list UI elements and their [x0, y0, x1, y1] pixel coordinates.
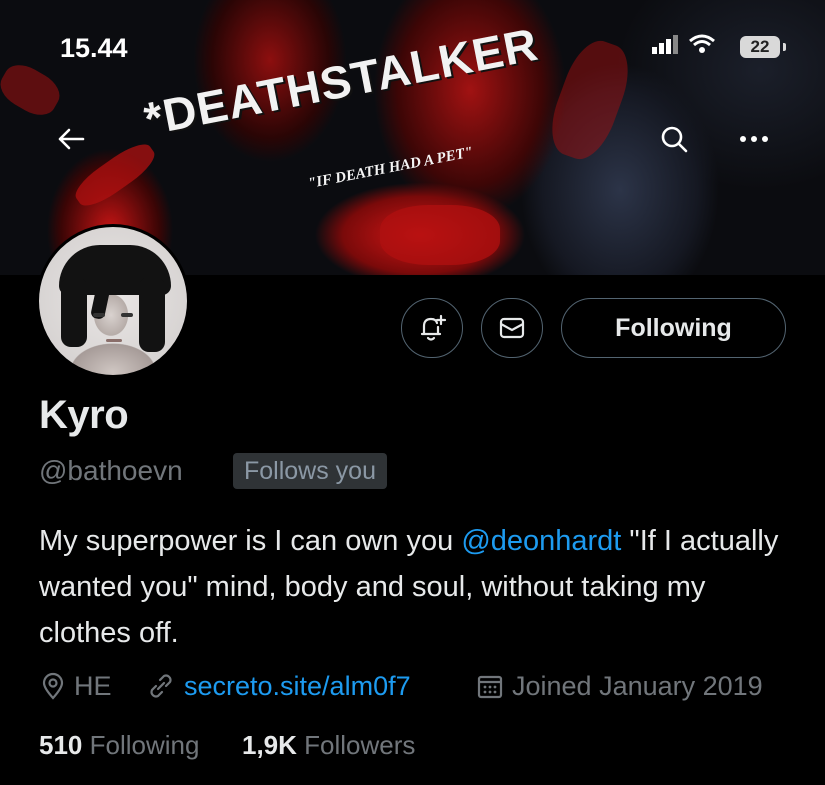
- link-icon: [150, 674, 172, 698]
- meta-joined: Joined January 2019: [476, 668, 763, 704]
- back-button[interactable]: [48, 116, 94, 162]
- notify-button[interactable]: [401, 298, 463, 358]
- banner-subtitle: "IF DEATH HAD A PET": [306, 144, 475, 193]
- search-icon: [661, 126, 688, 153]
- battery-icon: 22: [740, 36, 780, 58]
- more-button[interactable]: [731, 116, 777, 162]
- wifi-icon: [689, 34, 715, 53]
- followers-stat[interactable]: 1,9K Followers: [242, 730, 415, 761]
- bio-text: My superpower is I can own you: [39, 525, 462, 557]
- website-link[interactable]: secreto.site/alm0f7: [184, 671, 411, 702]
- battery-tip: [783, 43, 786, 51]
- bio-mention-link[interactable]: @deonhardt: [461, 525, 621, 557]
- back-arrow-icon: [58, 128, 85, 150]
- display-name: Kyro: [39, 393, 129, 437]
- followers-label: Followers: [304, 730, 416, 760]
- location-text: HE: [74, 670, 112, 701]
- following-label: Following: [89, 730, 200, 760]
- signal-icon: [652, 35, 678, 54]
- meta-location: HE: [40, 668, 112, 704]
- status-time: 15.44: [60, 33, 128, 63]
- handle: @bathoevn: [39, 455, 183, 486]
- calendar-icon: [477, 675, 503, 699]
- bell-plus-icon: [420, 314, 447, 341]
- meta-website[interactable]: secreto.site/alm0f7: [146, 668, 411, 704]
- following-stat[interactable]: 510 Following: [39, 730, 199, 761]
- message-button[interactable]: [481, 298, 543, 358]
- bio: My superpower is I can own you @deonhard…: [39, 518, 799, 656]
- followers-count: 1,9K: [242, 730, 297, 760]
- joined-text: Joined January 2019: [512, 670, 763, 701]
- avatar[interactable]: [36, 224, 190, 378]
- mail-icon: [499, 317, 525, 339]
- location-pin-icon: [42, 672, 64, 700]
- search-button[interactable]: [651, 116, 697, 162]
- status-icons: [650, 33, 716, 55]
- banner-title: *DEATHSTALKER: [139, 17, 543, 146]
- following-button[interactable]: Following: [561, 298, 786, 358]
- more-icon: [740, 136, 768, 142]
- following-count: 510: [39, 730, 83, 760]
- follows-you-badge: Follows you: [233, 453, 387, 489]
